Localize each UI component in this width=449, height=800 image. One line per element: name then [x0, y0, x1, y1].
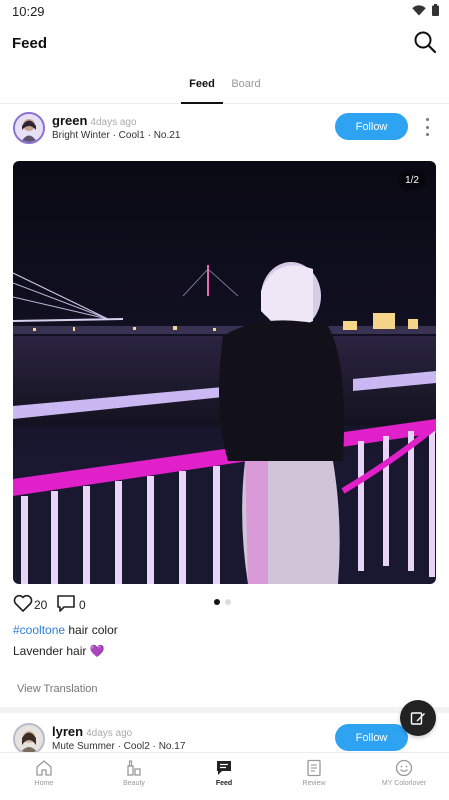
view-translation-link[interactable]: View Translation: [17, 683, 98, 695]
username[interactable]: lyren 4days ago: [52, 724, 132, 739]
nav-label: Home: [34, 780, 54, 787]
nav-feed[interactable]: Feed: [194, 759, 254, 787]
follow-button[interactable]: Follow: [335, 724, 408, 751]
user-color-meta: Bright Winter · Cool1 · No.21: [52, 130, 181, 141]
bottom-navigation: Home Beauty Feed Review MY Colorlover: [0, 752, 449, 800]
post-time: 4days ago: [86, 728, 133, 739]
nav-beauty[interactable]: Beauty: [104, 759, 164, 787]
post-caption: #cooltone hair color: [13, 623, 118, 637]
post-time: 4days ago: [90, 117, 137, 128]
status-time: 10:29: [12, 4, 45, 19]
status-bar: 10:29: [0, 0, 449, 22]
post-image[interactable]: 1/2: [13, 161, 436, 584]
post-divider: [0, 707, 449, 713]
beauty-icon: [127, 760, 141, 776]
review-icon: [307, 759, 321, 777]
avatar-image: [15, 114, 43, 142]
search-icon: [414, 31, 437, 54]
username[interactable]: green 4days ago: [52, 113, 137, 128]
carousel-dot: [214, 599, 220, 605]
tab-board[interactable]: Board: [229, 78, 263, 90]
caption-text: hair color: [65, 623, 118, 637]
avatar[interactable]: [13, 112, 45, 144]
nav-label: MY Colorlover: [381, 780, 427, 787]
post-actions: 20 0: [13, 594, 436, 614]
feed-tabs: Feed Board: [0, 70, 449, 104]
follow-button[interactable]: Follow: [335, 113, 408, 140]
wifi-icon: [412, 4, 426, 15]
nav-label: Review: [302, 780, 326, 787]
more-dot-icon: [425, 118, 429, 121]
nav-label: Beauty: [123, 780, 145, 787]
battery-icon: [432, 4, 439, 16]
username-text[interactable]: green: [52, 113, 87, 128]
comment-count: 0: [79, 598, 86, 612]
nav-label: Feed: [215, 780, 233, 787]
write-post-button[interactable]: [400, 700, 436, 736]
feed-icon: [217, 761, 231, 775]
nav-review[interactable]: Review: [284, 759, 344, 787]
post-photo: [13, 161, 436, 584]
status-icons: [412, 4, 439, 16]
more-options-button[interactable]: [423, 118, 431, 136]
more-dot-icon: [425, 133, 429, 136]
tab-feed[interactable]: Feed: [181, 78, 223, 104]
carousel-dot: [225, 599, 231, 605]
image-page-indicator: 1/2: [398, 171, 426, 190]
nav-my-colorlover[interactable]: MY Colorlover: [374, 759, 434, 787]
app-header: Feed: [0, 22, 449, 66]
hashtag-link[interactable]: #cooltone: [13, 623, 65, 637]
profile-icon: [395, 759, 413, 777]
post-header: green 4days ago Bright Winter · Cool1 · N…: [0, 110, 449, 154]
heart-icon[interactable]: [13, 594, 33, 613]
nav-home[interactable]: Home: [14, 759, 74, 787]
edit-icon: [410, 712, 425, 725]
search-button[interactable]: [413, 30, 439, 56]
page-title: Feed: [12, 35, 48, 52]
username-text[interactable]: lyren: [52, 724, 83, 739]
user-color-meta: Mute Summer · Cool2 · No.17: [52, 741, 186, 752]
like-count: 20: [34, 598, 48, 612]
avatar-image: [15, 725, 43, 753]
carousel-dots: [214, 599, 231, 605]
caption-line-2: Lavender hair 💜: [13, 644, 105, 658]
more-dot-icon: [425, 125, 429, 129]
home-icon: [36, 760, 52, 776]
comment-icon[interactable]: [56, 594, 76, 613]
avatar[interactable]: [13, 723, 45, 755]
